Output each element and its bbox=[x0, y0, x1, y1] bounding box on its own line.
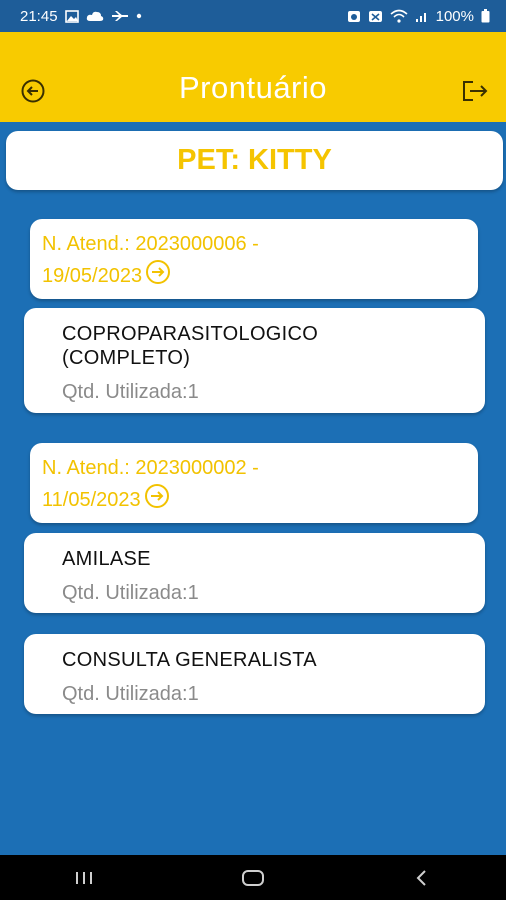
recent-apps-button[interactable] bbox=[54, 855, 114, 900]
record-date: 11/05/2023 bbox=[42, 489, 141, 511]
cloud-icon bbox=[86, 11, 103, 21]
system-back-button[interactable] bbox=[392, 855, 452, 900]
pet-name: PET: KITTY bbox=[177, 144, 332, 176]
item-quantity: Qtd. Utilizada:1 bbox=[62, 582, 199, 604]
item-name: AMILASE bbox=[62, 548, 151, 570]
arrow-right-circle-icon[interactable] bbox=[143, 483, 171, 509]
status-bar: 21:45 100% bbox=[0, 0, 506, 32]
recent-apps-icon bbox=[76, 871, 93, 884]
plane-icon bbox=[111, 11, 128, 21]
alarm-icon bbox=[347, 11, 360, 22]
battery-percent: 100% bbox=[435, 7, 474, 25]
item-name-line: COPROPARASITOLOGICO bbox=[62, 323, 319, 345]
home-icon bbox=[241, 869, 264, 886]
system-nav-bar bbox=[0, 855, 506, 900]
record-header-2[interactable]: N. Atend.: 2023000002 - 11/05/2023 bbox=[30, 443, 478, 523]
item-name: CONSULTA GENERALISTA bbox=[62, 649, 317, 671]
app-bar: Prontuário bbox=[0, 32, 506, 122]
page-title: Prontuário bbox=[178, 70, 328, 105]
record-number: N. Atend.: 2023000002 - bbox=[42, 457, 259, 479]
item-name-line: (COMPLETO) bbox=[62, 347, 191, 369]
item-name: COPROPARASITOLOGICO (COMPLETO) bbox=[62, 322, 447, 370]
status-time: 21:45 bbox=[20, 7, 58, 25]
wifi-icon bbox=[390, 9, 408, 23]
item-quantity: Qtd. Utilizada:1 bbox=[62, 381, 199, 403]
logout-icon bbox=[463, 81, 488, 101]
record-header-1[interactable]: N. Atend.: 2023000006 - 19/05/2023 bbox=[30, 219, 478, 299]
list-item: CONSULTA GENERALISTA Qtd. Utilizada:1 bbox=[24, 634, 485, 714]
gallery-icon bbox=[64, 9, 79, 23]
battery-icon bbox=[481, 9, 490, 23]
dot-icon bbox=[136, 13, 141, 19]
arrow-right-circle-icon[interactable] bbox=[144, 259, 172, 285]
mute-icon bbox=[368, 11, 382, 22]
record-date: 19/05/2023 bbox=[42, 265, 143, 287]
signal-icon bbox=[415, 12, 426, 22]
logout-button[interactable] bbox=[460, 76, 490, 106]
pet-name-card: PET: KITTY bbox=[6, 131, 503, 190]
back-icon bbox=[416, 869, 426, 886]
list-item: COPROPARASITOLOGICO (COMPLETO) Qtd. Util… bbox=[24, 308, 485, 413]
item-quantity: Qtd. Utilizada:1 bbox=[62, 683, 199, 705]
home-button[interactable] bbox=[223, 855, 283, 900]
record-number: N. Atend.: 2023000006 - bbox=[42, 233, 259, 255]
list-item: AMILASE Qtd. Utilizada:1 bbox=[24, 533, 485, 613]
